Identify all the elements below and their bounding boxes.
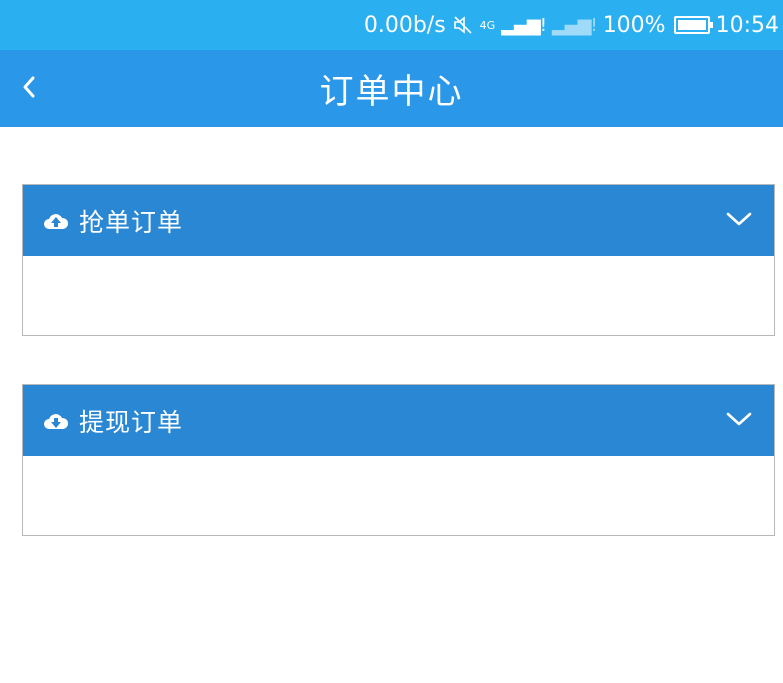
withdraw-orders-body [23, 456, 774, 535]
withdraw-orders-panel: 提现订单 [22, 384, 775, 536]
mute-icon [452, 15, 474, 35]
clock: 10:54 [715, 12, 779, 38]
cloud-download-icon [43, 411, 69, 431]
cloud-upload-icon [43, 211, 69, 231]
network-type: 4G [479, 18, 496, 32]
order-center-screen: 0.00b/s 4G ▂▄▆! ▂▄▆! 100% 10:54 订单中心 抢单订… [0, 0, 783, 683]
chevron-down-icon[interactable] [724, 207, 754, 231]
grab-orders-panel: 抢单订单 [22, 184, 775, 336]
signal-icon: ▂▄▆! [551, 14, 598, 36]
back-chevron-icon [20, 74, 38, 104]
battery-percent: 100% [602, 12, 666, 38]
chevron-down-icon[interactable] [724, 407, 754, 431]
nav-bar: 订单中心 [0, 50, 783, 127]
withdraw-orders-header[interactable]: 提现订单 [23, 385, 774, 456]
page-title: 订单中心 [319, 72, 464, 112]
grab-orders-body [23, 256, 774, 335]
signal-4g-icon: ▂▄▆! [501, 14, 547, 36]
back-button[interactable] [4, 50, 54, 127]
net-speed: 0.00b/s [363, 12, 446, 38]
battery-icon [673, 16, 713, 34]
status-bar: 0.00b/s 4G ▂▄▆! ▂▄▆! 100% 10:54 [0, 0, 783, 50]
panel-title: 抢单订单 [79, 207, 184, 237]
panel-title: 提现订单 [79, 407, 184, 437]
grab-orders-header[interactable]: 抢单订单 [23, 185, 774, 256]
